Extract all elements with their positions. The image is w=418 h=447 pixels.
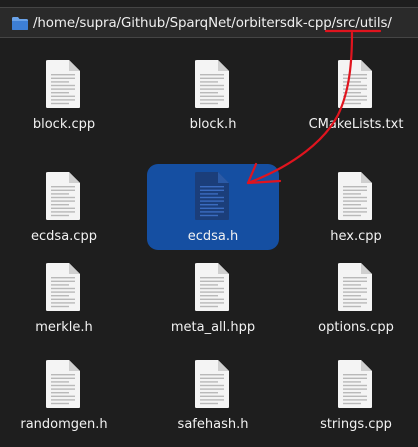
- text-file-icon: [338, 360, 372, 408]
- file-item-selected[interactable]: ecdsa.h: [147, 164, 279, 250]
- file-name: merkle.h: [35, 320, 93, 335]
- file-name: strings.cpp: [320, 417, 392, 432]
- file-item[interactable]: block.cpp: [0, 52, 128, 140]
- text-file-icon: [195, 360, 229, 408]
- file-item[interactable]: randomgen.h: [0, 352, 128, 440]
- file-name: block.h: [189, 117, 237, 132]
- file-name: hex.cpp: [330, 229, 382, 244]
- text-file-icon: [195, 172, 229, 220]
- file-item[interactable]: CMakeLists.txt: [292, 52, 418, 140]
- text-file-icon: [338, 172, 372, 220]
- file-item[interactable]: options.cpp: [292, 255, 418, 343]
- file-item[interactable]: merkle.h: [0, 255, 128, 343]
- file-item[interactable]: safehash.h: [149, 352, 277, 440]
- folder-icon: [12, 17, 28, 30]
- text-file-icon: [46, 60, 80, 108]
- file-name: meta_all.hpp: [170, 320, 256, 335]
- text-file-icon: [46, 360, 80, 408]
- file-name: CMakeLists.txt: [308, 117, 404, 132]
- text-file-icon: [338, 263, 372, 311]
- file-name: block.cpp: [32, 117, 96, 132]
- text-file-icon: [338, 60, 372, 108]
- text-file-icon: [195, 60, 229, 108]
- path-highlight: src/utils/: [336, 16, 392, 31]
- file-item[interactable]: hex.cpp: [292, 164, 418, 252]
- text-file-icon: [46, 172, 80, 220]
- file-item[interactable]: block.h: [149, 52, 277, 140]
- file-name: ecdsa.cpp: [31, 229, 97, 244]
- file-name: randomgen.h: [20, 417, 108, 432]
- location-bar[interactable]: /home/supra/Github/SparqNet/orbitersdk-c…: [0, 7, 418, 38]
- file-name: ecdsa.h: [187, 229, 239, 244]
- text-file-icon: [195, 263, 229, 311]
- file-name: options.cpp: [318, 320, 394, 335]
- path-prefix: /home/supra/Github/SparqNet/orbitersdk-c…: [33, 16, 337, 31]
- file-item[interactable]: ecdsa.cpp: [0, 164, 128, 252]
- file-name: safehash.h: [177, 417, 249, 432]
- file-item[interactable]: meta_all.hpp: [149, 255, 277, 343]
- location-path[interactable]: /home/supra/Github/SparqNet/orbitersdk-c…: [33, 15, 392, 32]
- file-item[interactable]: strings.cpp: [292, 352, 418, 440]
- text-file-icon: [46, 263, 80, 311]
